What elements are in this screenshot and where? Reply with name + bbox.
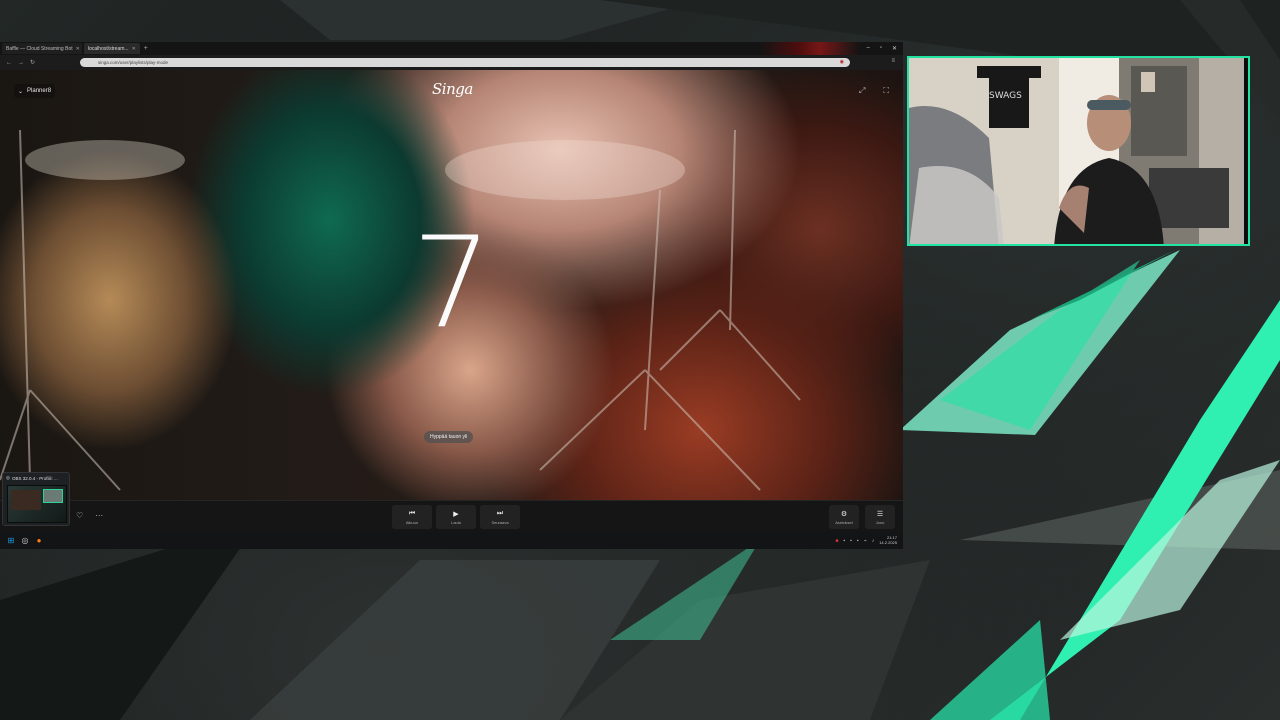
forward-arrow-icon[interactable]: →: [18, 60, 24, 66]
tray-app-icon[interactable]: ▪: [843, 538, 845, 544]
svg-text:SWAGS: SWAGS: [989, 91, 1022, 101]
obs-taskbar-preview[interactable]: ◎ OBS 32.0.4 - Profiili: ...: [2, 472, 70, 526]
next-label: Seuraava: [491, 519, 509, 525]
next-button[interactable]: ⏭ Seuraava: [480, 505, 520, 529]
menu-icon[interactable]: ≡: [891, 58, 895, 64]
obs-icon: ◎: [6, 475, 10, 480]
play-button[interactable]: ▶ Laula: [436, 505, 476, 529]
system-clock[interactable]: 21:17 14.2.2025: [879, 535, 897, 546]
browser-tab-active[interactable]: localhost/stream... ✕: [84, 43, 140, 54]
tray-app-icon[interactable]: ■: [835, 538, 838, 544]
close-icon[interactable]: ✕: [76, 46, 80, 52]
browser-tab-bar: Baffle — Cloud Streaming Bot ✕ localhost…: [0, 42, 903, 55]
windows-start-icon[interactable]: ⊞: [6, 536, 16, 546]
play-icon: ▶: [453, 510, 459, 518]
obs-title-text: OBS 32.0.4 - Profiili: ...: [11, 475, 58, 481]
browser-tab[interactable]: Baffle — Cloud Streaming Bot ✕: [2, 43, 82, 54]
system-tray: ■ ▪ ▪ ▪ ⌁ ♪ 21:17 14.2.2025: [835, 535, 903, 546]
skip-back-icon: ⏮: [408, 509, 416, 517]
brand-logo-banner: [760, 42, 860, 55]
webcam-overlay: SWAGS: [907, 56, 1250, 246]
captured-desktop: Baffle — Cloud Streaming Bot ✕ localhost…: [0, 42, 903, 549]
address-bar[interactable]: singa.com/user/playlists/play-mode ◉: [80, 58, 850, 67]
window-controls: – ▫ ✕: [866, 45, 903, 52]
tray-app-icon[interactable]: ▪: [857, 538, 859, 544]
chevron-down-icon: ⌄: [18, 88, 24, 95]
firefox-icon[interactable]: ●: [34, 536, 44, 546]
obs-app-icon[interactable]: ◎: [20, 536, 30, 546]
volume-icon[interactable]: ♪: [872, 538, 875, 544]
control-center-group: ⏮ Alkuun ▶ Laula ⏭ Seuraava: [392, 505, 520, 529]
heart-icon[interactable]: ♡: [76, 511, 83, 520]
player-control-bar: ♡ ··· ⏮ Alkuun ▶ Laula ⏭ Seuraava ⚙ Aset…: [0, 500, 903, 533]
countdown-number: 7: [411, 209, 493, 356]
play-label: Laula: [451, 519, 461, 525]
more-options-icon[interactable]: ···: [95, 511, 103, 520]
settings-button[interactable]: ⚙ Asetukset: [829, 505, 859, 529]
previous-label: Alkuun: [405, 519, 419, 525]
minimize-icon[interactable]: –: [866, 45, 869, 52]
control-left-group: ♡ ···: [76, 511, 103, 520]
close-window-icon[interactable]: ✕: [892, 45, 897, 52]
url-text: singa.com/user/playlists/play-mode: [98, 60, 169, 65]
extension-icon[interactable]: ◉: [840, 59, 844, 65]
browser-nav-bar: ← → ↻ singa.com/user/playlists/play-mode…: [0, 55, 903, 70]
settings-label: Asetukset: [835, 519, 853, 525]
tray-app-icon[interactable]: ▪: [850, 538, 852, 544]
gear-icon: ⚙: [840, 510, 848, 518]
singa-player: ⌄ Planner8 Singa ⤢ ⛶ 7 Hyppää tauon yli: [0, 70, 903, 500]
network-icon[interactable]: ⌁: [864, 538, 867, 544]
obs-preview-title: ◎ OBS 32.0.4 - Profiili: ...: [3, 473, 69, 483]
tab-label: localhost/stream...: [88, 45, 129, 52]
maximize-icon[interactable]: ▫: [880, 45, 882, 52]
windows-taskbar: ⊞ ◎ ● ■ ▪ ▪ ▪ ⌁ ♪ 21:17 14.2.2025: [0, 532, 903, 549]
reload-icon[interactable]: ↻: [30, 59, 35, 66]
close-icon[interactable]: ✕: [132, 46, 136, 52]
queue-button[interactable]: ☰ Jono: [865, 505, 895, 529]
playlist-selector[interactable]: ⌄ Planner8: [14, 84, 56, 98]
fullscreen-icon[interactable]: ⛶: [883, 86, 889, 96]
obs-preview-image: [7, 485, 67, 523]
clock-date: 14.2.2025: [879, 539, 897, 545]
singa-logo: Singa: [432, 80, 473, 98]
list-icon: ☰: [876, 510, 884, 518]
popout-icon[interactable]: ⤢: [859, 86, 865, 96]
back-arrow-icon[interactable]: ←: [6, 60, 12, 66]
control-right-group: ⚙ Asetukset ☰ Jono: [829, 505, 895, 529]
player-top-icons: ⤢ ⛶: [859, 86, 889, 96]
playlist-label: Planner8: [27, 88, 52, 94]
skip-forward-icon: ⏭: [496, 509, 504, 517]
previous-button[interactable]: ⏮ Alkuun: [392, 505, 432, 529]
queue-label: Jono: [875, 519, 885, 525]
webcam-feed: SWAGS: [909, 58, 1248, 244]
tab-label: Baffle — Cloud Streaming Bot: [6, 45, 73, 52]
skip-intro-button[interactable]: Hyppää tauon yli: [424, 431, 474, 443]
new-tab-icon[interactable]: +: [144, 45, 148, 52]
